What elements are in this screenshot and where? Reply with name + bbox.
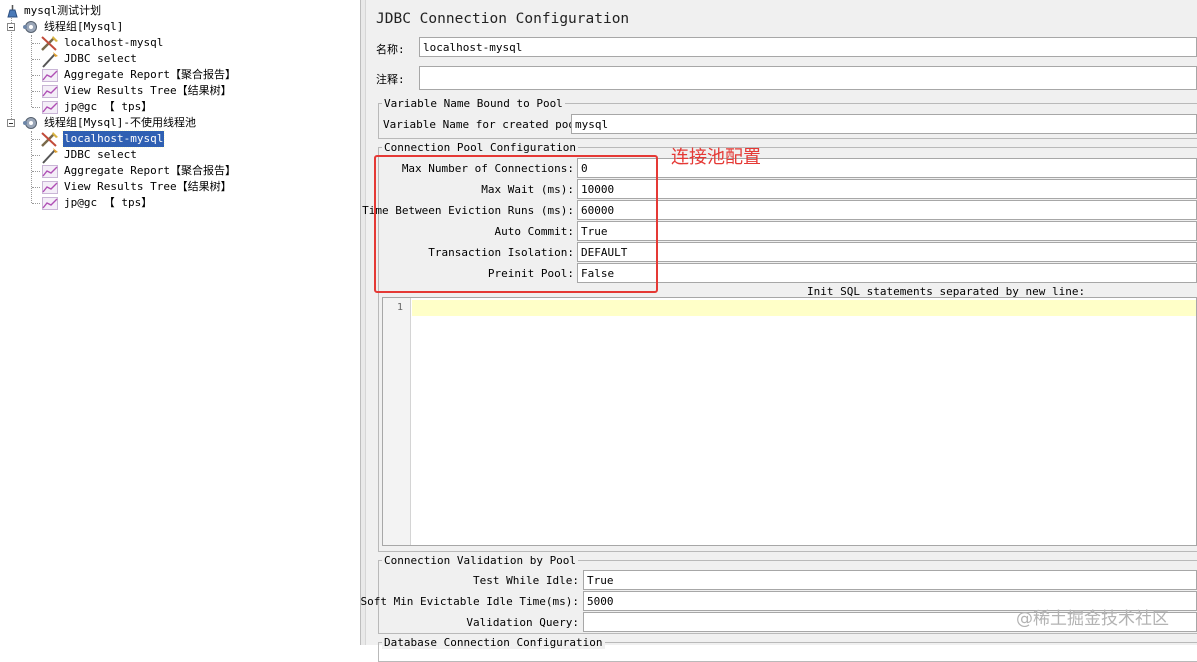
validation-query-label: Validation Query: [466, 616, 579, 629]
tree-connector [32, 139, 40, 140]
thread-group-gear-icon [22, 20, 38, 39]
current-line-highlight [412, 300, 1196, 316]
line-number: 1 [396, 302, 403, 313]
tree-item-label: localhost-mysql [61, 130, 166, 148]
annotation-label: 连接池配置 [671, 147, 761, 168]
connection-pool-group-legend: Connection Pool Configuration [382, 141, 579, 154]
tree-item-label: localhost-mysql [64, 36, 164, 49]
tree-connector [32, 43, 40, 44]
tree-connector [11, 16, 12, 123]
name-field[interactable]: localhost-mysql [419, 37, 1197, 57]
test-plan-icon [6, 4, 19, 23]
test-while-idle-label: Test While Idle: [473, 574, 579, 587]
tree-connector [31, 35, 32, 107]
preinit-pool-select[interactable]: False [577, 263, 1197, 283]
tree-connector [32, 155, 40, 156]
collapse-toggle[interactable] [7, 23, 15, 31]
test-plan-tree[interactable]: mysql测试计划 线程组[Mysql] localhost-mysql JDB… [0, 0, 360, 645]
tree-connector [32, 171, 40, 172]
init-sql-editor[interactable]: 1 [382, 297, 1197, 546]
test-while-idle-select[interactable]: True [583, 570, 1197, 590]
pool-variable-field[interactable]: mysql [571, 114, 1197, 134]
tree-item-label: JDBC select [64, 148, 137, 161]
tree-item-label: View Results Tree【结果树】 [64, 84, 232, 97]
tree-connector [32, 59, 40, 60]
tree-connector [31, 131, 32, 203]
tree-item-label: Aggregate Report【聚合报告】 [64, 164, 236, 177]
comment-field[interactable] [419, 66, 1197, 90]
max-connections-field[interactable]: 0 [577, 158, 1197, 178]
max-wait-field[interactable]: 10000 [577, 179, 1197, 199]
database-connection-group-legend: Database Connection Configuration [382, 636, 605, 649]
tree-connector [32, 75, 40, 76]
pool-variable-label: Variable Name for created pool: [383, 118, 589, 131]
tree-item-label: jp@gc 【 tps】 [64, 196, 153, 209]
tree-item-label: View Results Tree【结果树】 [64, 180, 232, 193]
tree-connector [32, 203, 40, 204]
tree-connector [32, 187, 40, 188]
name-label: 名称: [376, 43, 405, 56]
annotation-highlight-box [374, 155, 658, 293]
watermark: @稀土掘金技术社区 [1016, 609, 1169, 629]
soft-min-idle-label: Soft Min Evictable Idle Time(ms): [360, 595, 579, 608]
eviction-runs-field[interactable]: 60000 [577, 200, 1197, 220]
tree-connector [32, 91, 40, 92]
tree-item-label: 线程组[Mysql]-不使用线程池 [44, 116, 196, 129]
auto-commit-select[interactable]: True [577, 221, 1197, 241]
validation-group-legend: Connection Validation by Pool [382, 554, 579, 567]
tree-item-label: 线程组[Mysql] [44, 20, 124, 33]
tree-item-label: mysql测试计划 [24, 4, 102, 17]
collapse-toggle[interactable] [7, 119, 15, 127]
tree-connector [32, 107, 40, 108]
panel-title: JDBC Connection Configuration [376, 11, 630, 27]
transaction-isolation-select[interactable]: DEFAULT [577, 242, 1197, 262]
tree-item-label: Aggregate Report【聚合报告】 [64, 68, 236, 81]
tree-item-label: JDBC select [64, 52, 137, 65]
line-number-gutter: 1 [383, 298, 411, 545]
comment-label: 注释: [376, 73, 405, 86]
tree-item-label: jp@gc 【 tps】 [64, 100, 153, 113]
thread-group-gear-icon [22, 116, 38, 135]
chart-line-icon [42, 197, 58, 215]
variable-name-group-legend: Variable Name Bound to Pool [382, 97, 565, 110]
